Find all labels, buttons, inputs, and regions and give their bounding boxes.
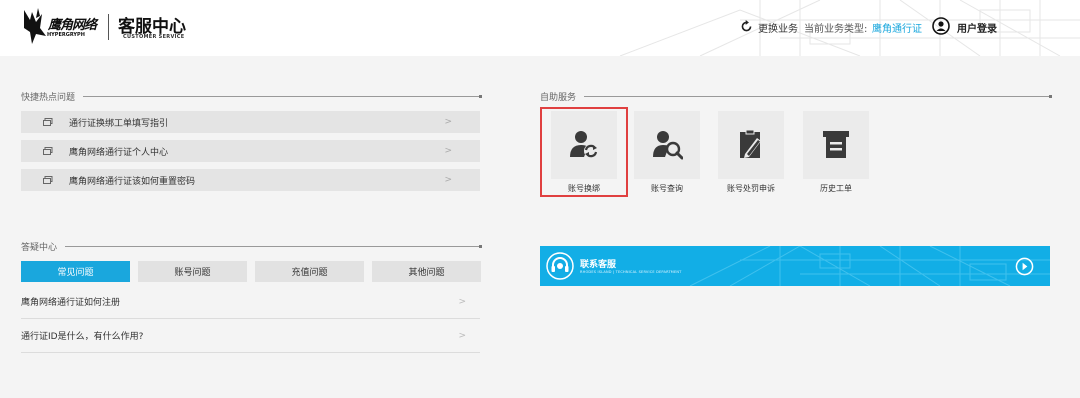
logo-wordmark: 鹰角网络 [48,18,97,33]
chevron-right-icon: > [444,146,452,156]
section-divider [584,94,1052,98]
penalty-appeal-icon [740,129,761,158]
hot-question-label: 鹰角网络通行证个人中心 [69,147,169,158]
tab-common-questions[interactable]: 常见问题 [21,261,130,282]
tab-account-questions[interactable]: 账号问题 [138,261,247,282]
faq-item-label: 鹰角网络通行证如何注册 [21,298,121,308]
header: 鹰角网络 HYPERGRYPH 客服中心 CUSTOMER SERVICE 更换… [0,0,1080,56]
user-avatar-icon[interactable] [932,17,950,35]
account-search-tile[interactable] [634,111,700,179]
faq-item[interactable]: 鹰角网络通行证如何注册 > [21,285,480,319]
faq-title: 答疑中心 [21,242,58,253]
refresh-icon[interactable] [740,20,753,33]
logo-sub: HYPERGRYPH [47,32,85,38]
faq-item[interactable]: 通行证ID是什么，有什么作用? > [21,319,480,353]
hot-question-item[interactable]: 鹰角网络通行证该如何重置密码 > [21,169,480,191]
self-service-title: 自助服务 [540,92,577,103]
tile-label-penalty-appeal[interactable]: 账号处罚申诉 [711,183,791,194]
switch-business-link[interactable]: 更换业务 [758,20,798,35]
selection-highlight [540,107,628,197]
faq-header: 答疑中心 [21,240,482,253]
business-type-label: 当前业务类型: [804,24,868,35]
faq-item-label: 通行证ID是什么，有什么作用? [21,332,144,342]
contact-service-title: 联系客服 [580,260,617,270]
tab-recharge-questions[interactable]: 充值问题 [255,261,364,282]
business-type-value[interactable]: 鹰角通行证 [872,20,922,35]
document-icon [43,118,53,126]
chevron-right-icon: > [458,296,466,307]
hot-question-label: 通行证换绑工单填写指引 [69,118,169,129]
section-divider [65,244,482,248]
tile-label-history-tickets[interactable]: 历史工单 [796,183,876,194]
arrow-right-circle-icon[interactable] [1015,257,1034,276]
history-tickets-tile[interactable] [803,111,869,179]
tile-label-account-search[interactable]: 账号查询 [627,183,707,194]
document-icon [43,147,53,155]
history-tickets-icon [823,131,849,158]
section-divider [83,94,482,98]
penalty-appeal-tile[interactable] [718,111,784,179]
hot-question-item[interactable]: 鹰角网络通行证个人中心 > [21,140,480,162]
document-icon [43,176,53,184]
hot-question-item[interactable]: 通行证换绑工单填写指引 > [21,111,480,133]
banner-decoration [689,246,1050,286]
chevron-right-icon: > [444,175,452,185]
hot-question-label: 鹰角网络通行证该如何重置密码 [69,176,196,187]
login-link[interactable]: 用户登录 [957,20,997,35]
chevron-right-icon: > [444,117,452,127]
tab-other-questions[interactable]: 其他问题 [372,261,481,282]
account-search-icon [653,131,683,160]
contact-service-banner[interactable]: 联系客服 RHODES ISLAND | TECHNICAL SERVICE D… [540,246,1050,286]
contact-service-subtitle: RHODES ISLAND | TECHNICAL SERVICE DEPART… [580,270,682,274]
page-subtitle: CUSTOMER SERVICE [123,34,185,40]
hot-questions-header: 快捷热点问题 [21,90,482,103]
header-divider [108,14,109,40]
headset-icon [546,252,574,280]
self-service-header: 自助服务 [540,90,1052,103]
chevron-right-icon: > [458,330,466,341]
hot-questions-title: 快捷热点问题 [21,92,76,103]
